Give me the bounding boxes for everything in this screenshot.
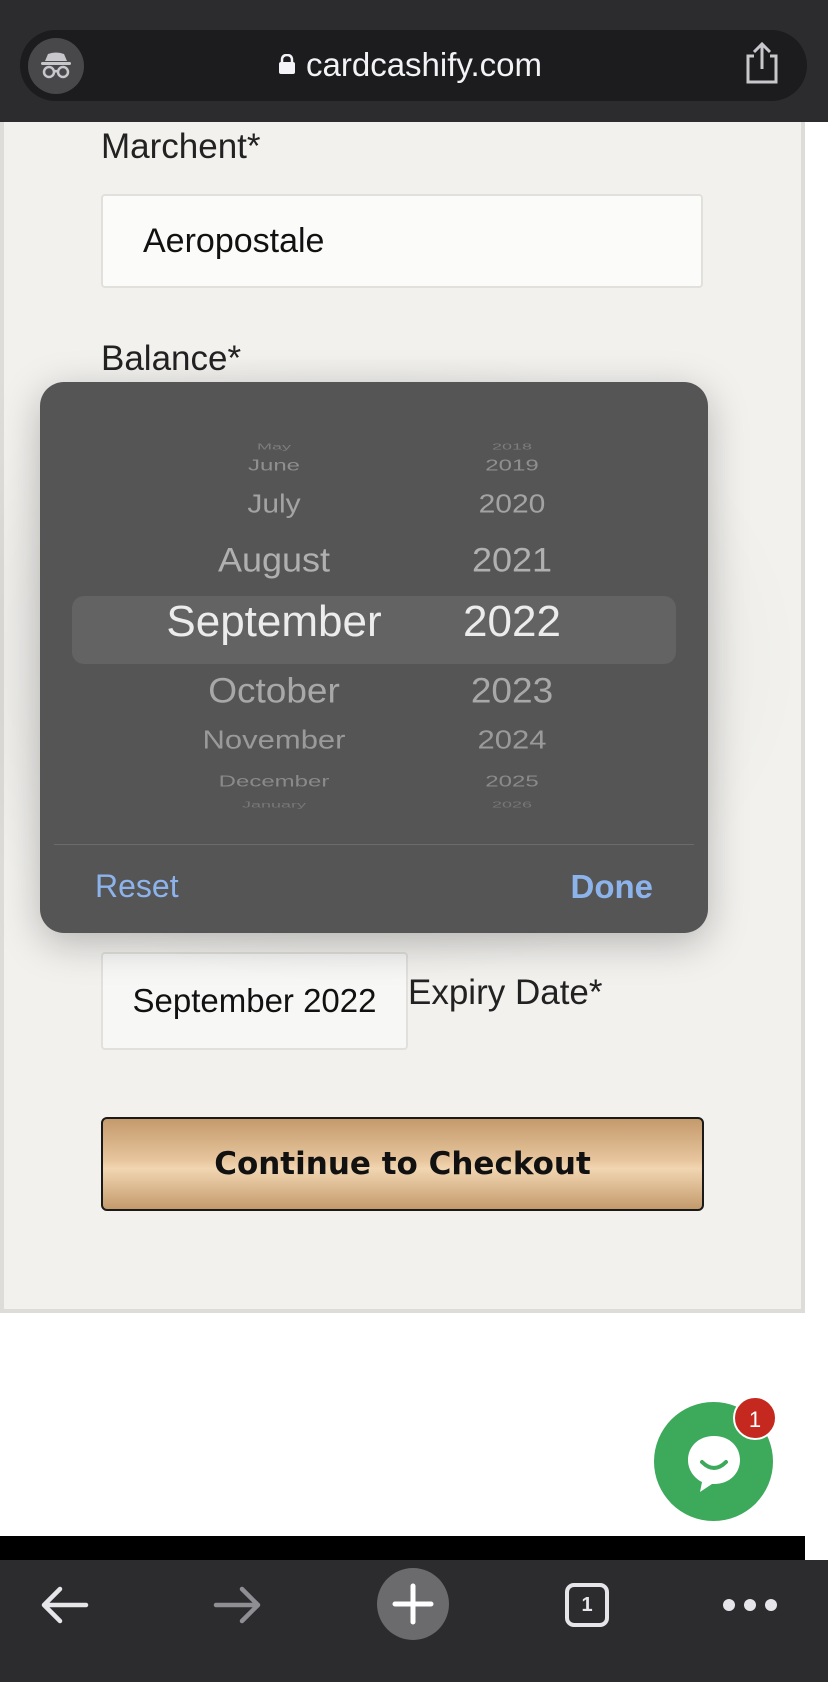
year-option[interactable]: 2018 <box>492 443 532 451</box>
merchant-label: Marchent* <box>101 127 261 166</box>
page-bottom-band <box>0 1536 805 1562</box>
year-option[interactable]: 2026 <box>492 801 532 809</box>
chat-icon <box>687 1435 740 1492</box>
month-option[interactable]: May <box>257 443 291 451</box>
forward-arrow-icon[interactable] <box>203 1573 273 1637</box>
month-option[interactable]: July <box>247 492 300 518</box>
back-arrow-icon[interactable] <box>29 1573 99 1637</box>
done-button[interactable]: Done <box>571 868 654 906</box>
incognito-icon[interactable] <box>28 38 84 94</box>
month-option[interactable]: January <box>242 801 306 809</box>
month-option[interactable]: September <box>166 600 381 644</box>
continue-to-checkout-button[interactable]: Continue to Checkout <box>101 1117 704 1211</box>
year-option[interactable]: 2022 <box>463 600 561 644</box>
share-icon[interactable] <box>744 42 780 84</box>
merchant-input[interactable]: Aeropostale <box>101 194 703 288</box>
month-option[interactable]: December <box>219 774 330 790</box>
more-menu-icon[interactable] <box>715 1573 785 1637</box>
month-option[interactable]: August <box>218 542 330 577</box>
month-option[interactable]: October <box>208 673 340 708</box>
year-option[interactable]: 2021 <box>472 542 552 577</box>
picker-divider <box>54 844 694 845</box>
tab-switcher-button[interactable]: 1 <box>565 1583 609 1627</box>
year-option[interactable]: 2020 <box>479 492 546 518</box>
lock-icon <box>279 54 295 74</box>
month-option[interactable]: November <box>203 726 346 752</box>
chat-notification-badge: 1 <box>733 1396 777 1440</box>
reset-button[interactable]: Reset <box>95 868 179 905</box>
year-option[interactable]: 2024 <box>478 726 547 752</box>
year-option[interactable]: 2023 <box>471 673 553 708</box>
url-text[interactable]: cardcashify.com <box>306 40 542 90</box>
month-option[interactable]: June <box>248 458 300 474</box>
month-year-picker: May June July August September October Novembe… <box>40 382 708 933</box>
new-tab-plus-icon[interactable] <box>377 1568 449 1640</box>
year-option[interactable]: 2019 <box>485 458 538 474</box>
year-option[interactable]: 2025 <box>485 774 538 790</box>
